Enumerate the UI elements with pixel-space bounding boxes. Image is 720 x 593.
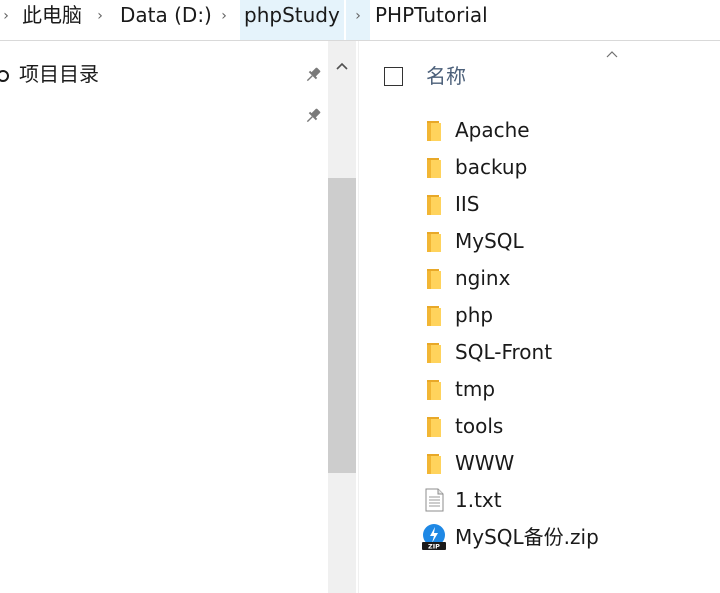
file-list: 名称 Apache backup IIS MySQL nginx php SQL… — [360, 41, 720, 593]
select-all-checkbox[interactable] — [384, 67, 403, 86]
breadcrumb: › 此电脑 › Data (D:) › phpStudy › PHPTutori… — [0, 0, 720, 40]
pin-icon[interactable] — [303, 106, 323, 126]
file-row[interactable]: tmp — [416, 371, 716, 407]
zip-badge-label: ZIP — [428, 543, 440, 551]
chevron-right-icon[interactable]: › — [218, 6, 230, 26]
file-name: nginx — [455, 266, 511, 290]
zip-archive-icon: ZIP — [422, 524, 446, 551]
breadcrumb-item-this-pc[interactable]: 此电脑 — [22, 0, 82, 40]
file-row[interactable]: IIS — [416, 186, 716, 222]
folder-icon — [427, 380, 441, 400]
folder-icon — [427, 343, 441, 363]
file-row[interactable]: Apache — [416, 112, 716, 148]
navigation-pane: 项目目录 — [0, 41, 358, 593]
sort-ascending-icon — [606, 51, 618, 58]
file-name: 1.txt — [455, 488, 502, 512]
folder-icon — [427, 232, 441, 252]
file-name: backup — [455, 155, 528, 179]
nav-scrollbar[interactable] — [328, 41, 356, 593]
folder-icon — [427, 417, 441, 437]
file-row[interactable]: nginx — [416, 260, 716, 296]
folder-icon — [427, 306, 441, 326]
file-name: MySQL备份.zip — [455, 525, 599, 549]
file-name: SQL-Front — [455, 340, 553, 364]
chevron-right-icon[interactable]: › — [0, 6, 12, 26]
pane-divider[interactable] — [358, 41, 359, 593]
file-row[interactable]: php — [416, 297, 716, 333]
file-name: tmp — [455, 377, 496, 401]
file-name: php — [455, 303, 494, 327]
file-row[interactable]: ZIP MySQL备份.zip — [416, 519, 716, 555]
folder-icon — [427, 158, 441, 178]
breadcrumb-item-phpstudy[interactable]: phpStudy — [244, 0, 340, 40]
chevron-up-icon[interactable] — [328, 55, 356, 77]
file-name: Apache — [455, 118, 530, 142]
breadcrumb-item-data-drive[interactable]: Data (D:) — [120, 0, 212, 40]
file-name: WWW — [455, 451, 515, 475]
breadcrumb-item-phptutorial[interactable]: PHPTutorial — [375, 0, 488, 40]
nav-item-label: 项目目录 — [19, 62, 99, 86]
chevron-right-icon[interactable]: › — [94, 6, 106, 26]
folder-icon — [427, 121, 441, 141]
folder-icon — [427, 454, 441, 474]
file-name: MySQL — [455, 229, 524, 253]
file-row[interactable]: 1.txt — [416, 482, 716, 518]
scrollbar-thumb[interactable] — [328, 178, 356, 473]
file-row[interactable]: WWW — [416, 445, 716, 481]
file-name: tools — [455, 414, 504, 438]
pin-icon[interactable] — [303, 65, 323, 85]
folder-icon — [427, 269, 441, 289]
chevron-right-icon[interactable]: › — [352, 6, 364, 26]
file-explorer-window: › 此电脑 › Data (D:) › phpStudy › PHPTutori… — [0, 0, 720, 593]
file-row[interactable]: SQL-Front — [416, 334, 716, 370]
text-file-icon — [425, 488, 444, 512]
folder-icon — [427, 195, 441, 215]
file-name: IIS — [455, 192, 480, 216]
column-header-name[interactable]: 名称 — [426, 61, 466, 91]
nav-item-project-dir[interactable]: 项目目录 — [0, 61, 320, 91]
file-row[interactable]: MySQL — [416, 223, 716, 259]
file-row[interactable]: backup — [416, 149, 716, 185]
file-row[interactable]: tools — [416, 408, 716, 444]
circle-icon — [0, 70, 9, 82]
